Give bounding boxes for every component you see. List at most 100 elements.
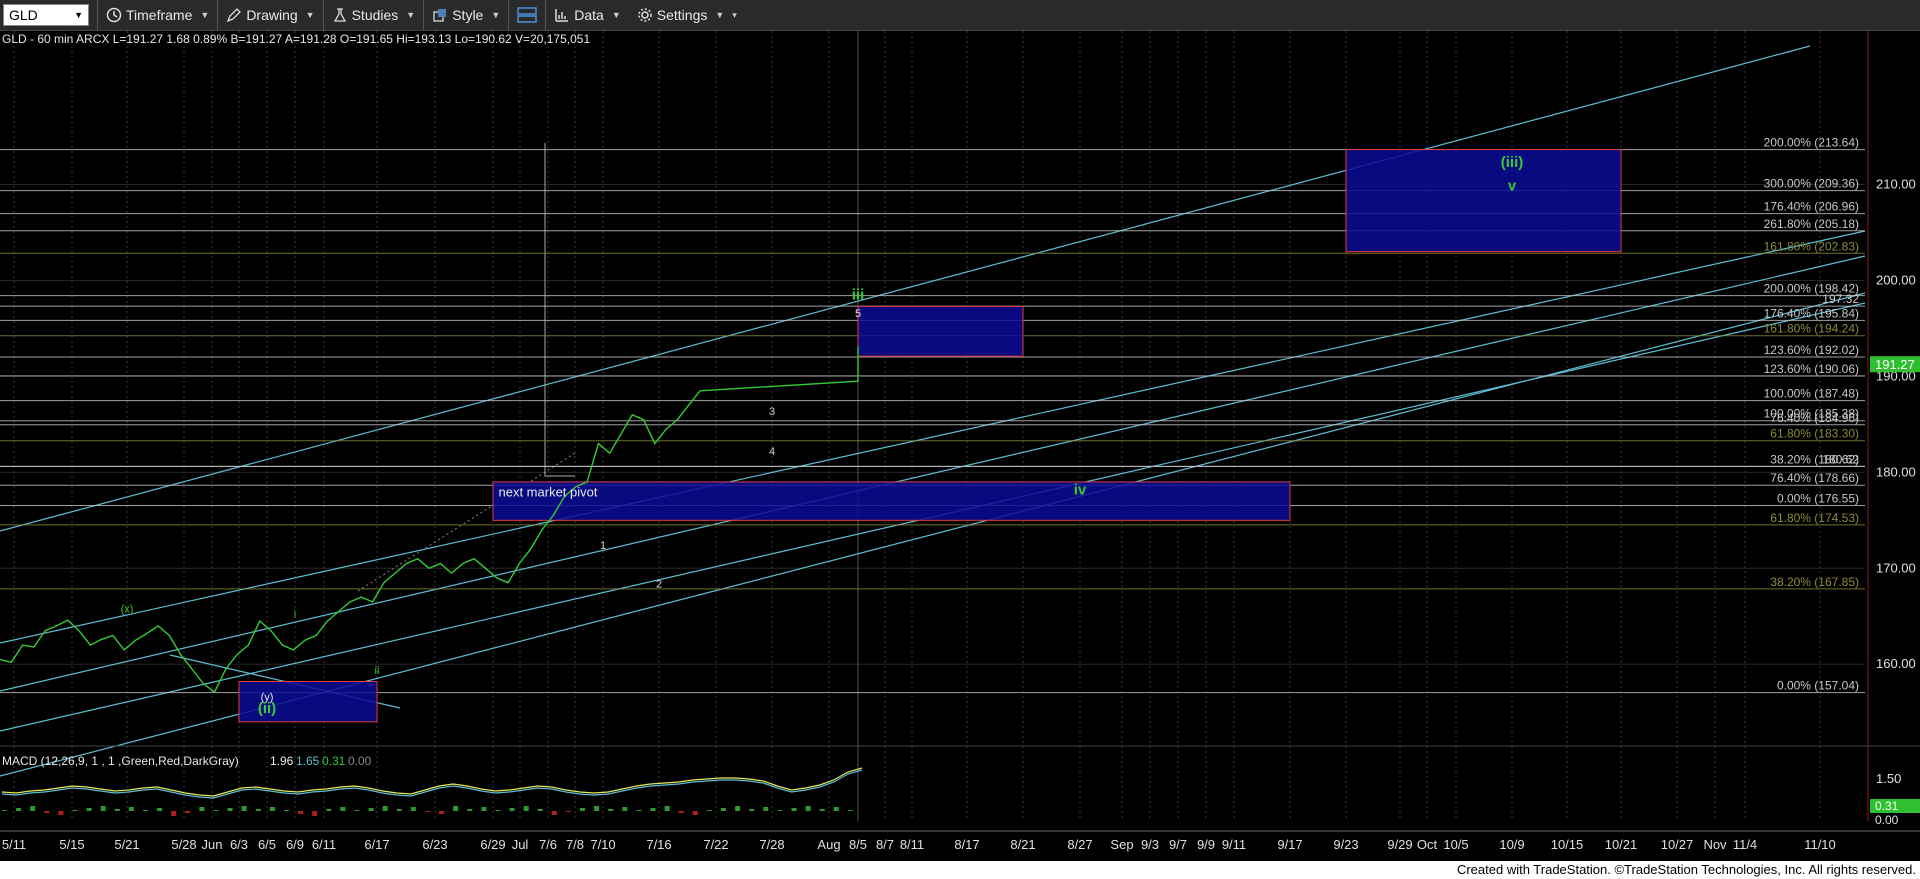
x-tick-label: 5/15 [59,837,84,852]
macd-bar [382,806,388,811]
macd-bar [509,808,515,811]
macd-bar [777,810,783,811]
fib-label: 76.40% (178.66) [1770,471,1859,485]
macd-bar [453,806,459,811]
footer: Created with TradeStation. ©TradeStation… [0,861,1920,879]
x-tick-label: 6/11 [312,837,336,852]
macd-bar [199,807,205,811]
x-tick-label: 11/4 [1733,837,1757,852]
x-tick-label: 6/23 [422,837,447,852]
x-tick-label: 7/6 [539,837,557,852]
style-menu[interactable]: Style ▼ [423,0,508,30]
wave-label: v [1508,177,1517,194]
macd-bar [227,808,233,811]
macd-bar [749,809,755,811]
macd-bar [354,810,360,811]
macd-label: MACD (12,26,9, 1 , 1 ,Green,Red,DarkGray… [2,754,239,768]
x-tick-label: 6/5 [258,837,276,852]
settings-menu[interactable]: Settings ▼ ▾ [629,0,745,30]
x-tick-label: Jul [512,837,529,852]
fib-label: 0.00% (157.04) [1777,679,1859,693]
x-tick-label: 9/3 [1141,837,1159,852]
price-chart[interactable]: 200.00% (213.64)300.00% (209.36)176.40% … [0,31,1920,861]
macd-bar [636,810,642,811]
fib-label: 38.20% (167.85) [1770,575,1859,589]
data-icon [555,9,569,22]
wave-label: iv [1074,481,1087,498]
fib-label: 161.80% (194.24) [1764,322,1859,336]
wave-label: 5 [855,308,861,320]
wave-label: (ii) [258,700,276,717]
timeframe-menu[interactable]: Timeframe ▼ [97,0,217,30]
macd-bar [128,807,134,811]
wave-label: i [294,609,296,621]
macd-bar [565,811,571,812]
x-tick-label: 9/23 [1333,837,1358,852]
wave-label: 4 [769,446,775,458]
drawing-menu[interactable]: Drawing ▼ [217,0,322,30]
y-tick-label: 210.00 [1876,177,1916,192]
x-tick-label: 6/9 [286,837,304,852]
fib-label: 100.00% (187.48) [1764,387,1859,401]
x-tick-label: 10/21 [1605,837,1638,852]
layout-icon [517,7,538,23]
chevron-down-icon[interactable]: ▼ [74,10,83,20]
macd-bar [142,810,148,811]
y-tick-label: 180.00 [1876,464,1916,479]
macd-signal-value: 1.65 [296,754,320,768]
data-menu[interactable]: Data ▼ [545,0,629,30]
target-box [492,481,1291,521]
macd-bar [171,811,177,816]
macd-bar [185,811,191,813]
macd-bar [580,808,586,811]
y-tick-label: 160.00 [1876,656,1916,671]
wave-label: 2 [656,578,662,590]
toolbar: GLD ▼ Timeframe ▼ Drawing ▼ Studies ▼ Style… [0,0,1920,31]
x-tick-label: Aug [817,837,840,852]
x-tick-label: Jun [202,837,223,852]
fib-label: 61.80% (183.30) [1770,427,1859,441]
macd-bar [213,810,219,811]
footer-text: Created with TradeStation. ©TradeStation… [1456,862,1916,877]
macd-value: 1.96 [270,754,294,768]
gear-icon [638,8,652,22]
fib-label: 0.00% (176.55) [1777,491,1859,505]
macd-bar [312,811,318,816]
x-tick-label: 9/9 [1197,837,1215,852]
x-tick-label: 8/17 [954,837,979,852]
macd-zero-label: 0.00 [1875,813,1899,827]
macd-bar [833,807,839,811]
layout-button[interactable] [508,0,545,30]
fib-label: 76.40% (184.96) [1770,411,1859,425]
macd-bar [410,807,416,811]
macd-hist-value: 0.31 [322,754,346,768]
wave-label: 1 [600,540,606,552]
macd-bar [396,809,402,811]
macd-bar [100,806,106,811]
date-axis: 5/11 5/15 5/21 5/28 Jun 6/3 6/5 6/9 6/11 6/17 6/23… [0,830,1920,861]
x-tick-label: 10/15 [1551,837,1584,852]
drawing-label: Drawing [246,7,298,23]
macd-hist-tag-label: 0.31 [1875,799,1899,813]
macd-bar [819,809,825,811]
fib-label: 61.80% (174.53) [1770,511,1859,525]
macd-bar [2,810,7,811]
macd-bar [650,808,656,811]
x-tick-label: 8/5 [849,837,867,852]
style-icon [433,9,447,22]
macd-axis-label: 1.50 [1876,771,1901,786]
x-tick-label: 5/11 [2,837,26,852]
wave-label: (iii) [1501,154,1524,171]
pencil-icon [227,8,242,23]
y-tick-label: 170.00 [1876,560,1916,575]
x-tick-label: 6/3 [230,837,248,852]
fib-label: 123.60% (190.06) [1764,362,1859,376]
x-tick-label: 6/17 [364,837,389,852]
macd-bar [283,810,289,811]
wave-label: ii [375,665,380,677]
x-tick-label: 9/29 [1387,837,1412,852]
studies-menu[interactable]: Studies ▼ [322,0,424,30]
macd-bar [44,811,50,813]
x-tick-label: Oct [1417,837,1438,852]
symbol-input[interactable]: GLD ▼ [3,4,89,26]
